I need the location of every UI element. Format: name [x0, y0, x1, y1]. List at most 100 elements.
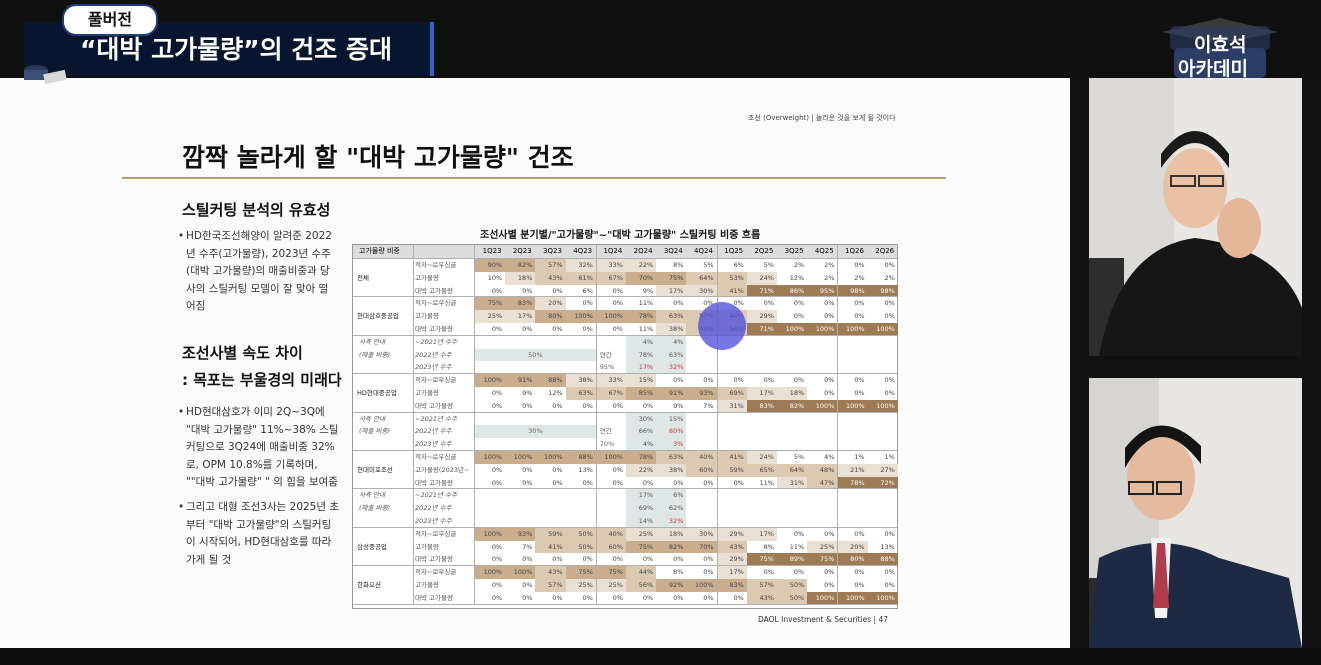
sales-cell: 62%	[656, 502, 687, 515]
sales-row-label: 2022년 수주	[415, 350, 452, 359]
table-cell: 0%	[612, 465, 623, 474]
col-divider	[595, 245, 597, 605]
quarter-header: 3Q23	[543, 247, 562, 255]
table-cell: 40%	[595, 527, 626, 541]
row-label: 적자~로우싱글	[415, 261, 457, 269]
table-cell: 63%	[656, 310, 687, 323]
table-cell: 17%	[746, 387, 777, 400]
table-cell: 41%	[716, 451, 747, 464]
sales-guide-sublabel: (매출 비중)	[359, 427, 391, 436]
slide-title: 깜짝 놀라게 할 "대박 고가물량" 건조	[182, 143, 574, 172]
table-cell: 2%	[793, 261, 805, 269]
table-cell: 0%	[884, 389, 895, 397]
sales-guide-label: 사측 안내	[359, 414, 385, 423]
table-cell: 0%	[793, 312, 805, 321]
sales-guide-sublabel: (매출 비중)	[359, 504, 391, 513]
table-cell: 0%	[703, 568, 714, 577]
table-cell: 70%	[686, 540, 717, 554]
table-cell: 5%	[763, 261, 774, 269]
sales-cell: 78%	[626, 348, 657, 362]
table-cell: 0%	[854, 581, 865, 589]
table-cell: 53%	[716, 271, 747, 285]
table-cell: 29%	[746, 310, 777, 323]
quarter-header: 1Q26	[845, 247, 864, 255]
table-cell: 75%	[565, 566, 596, 579]
table-cell: 2%	[854, 273, 865, 282]
table-cell: 0%	[884, 376, 895, 385]
steel-cutting-table: 고가물량 비중 1Q23 2Q23 3Q23 4Q23 1Q24 2Q24 3Q24 4Q24 1…	[352, 244, 898, 609]
table-cell: 91%	[505, 374, 536, 387]
company-name: 현대삼호중공업	[357, 312, 399, 321]
table-cell: 64%	[686, 271, 717, 285]
table-cell: 0%	[854, 312, 865, 321]
col-divider	[413, 245, 414, 605]
table-cell: 25%	[595, 579, 626, 592]
table-cell: 0%	[854, 389, 865, 397]
table-cell: 100%	[475, 566, 506, 579]
logo-line1: 이효석	[1194, 34, 1247, 56]
sales-cell: 6%	[656, 489, 687, 503]
table-cell: 11%	[638, 299, 654, 308]
table-cell: 15%	[626, 374, 657, 387]
table-cell: 12%	[789, 273, 805, 282]
table-cell: 24%	[746, 271, 777, 285]
table-cell: 18%	[777, 387, 808, 400]
table-cell: 18%	[505, 271, 536, 285]
table-cell: 2%	[824, 273, 835, 282]
section2-title-line2: : 목포는 부울경의 미래다	[182, 371, 342, 389]
table-cell: 0%	[703, 376, 714, 385]
table-cell: 0%	[884, 261, 895, 269]
table-cell: 0%	[793, 299, 805, 308]
table-corner-label: 고가물량 비중	[359, 247, 400, 255]
table-cell: 100%	[535, 451, 566, 464]
table-cell: 43%	[535, 271, 566, 285]
table-cell: 43%	[716, 540, 747, 554]
slide-footer: DAOL Investment & Securities | 47	[758, 615, 889, 624]
table-cell: 83%	[505, 297, 536, 311]
quarter-header: 2Q25	[754, 247, 774, 255]
table-cell: 63%	[565, 387, 596, 400]
table-cell: 0%	[824, 389, 835, 397]
table-cell: 67%	[595, 387, 626, 400]
table-cell: 75%	[595, 566, 626, 579]
table-cell: 25%	[807, 540, 838, 554]
table-cell: 25%	[475, 310, 506, 323]
table-cell: 85%	[626, 387, 657, 400]
table-cell: 100%	[505, 566, 536, 579]
table-cell: 12%	[548, 389, 563, 397]
table-cell: 8%	[673, 568, 684, 577]
quarter-header: 1Q24	[603, 247, 623, 255]
sales-cell: 4%	[656, 335, 687, 349]
table-cell: 83%	[716, 579, 747, 592]
col-divider	[837, 245, 839, 605]
table-cell: 17%	[505, 310, 536, 323]
table-cell: 59%	[716, 463, 747, 477]
table-cell: 10%	[487, 273, 503, 282]
presentation-slide: 조선 (Overweight) | 놀라운 것을 보게 될 것이다 깜짝 놀라게…	[0, 78, 1070, 648]
quarter-header: 1Q25	[724, 247, 744, 255]
table-cell: 0%	[854, 261, 865, 269]
table-cell: 0%	[854, 568, 865, 577]
table-cell: 0%	[522, 581, 533, 589]
table-cell: 0%	[763, 568, 774, 577]
table-cell: 0%	[763, 376, 774, 385]
company-name: 한화오션	[357, 581, 381, 589]
table-cell: 0%	[884, 568, 895, 577]
table-cell: 29%	[716, 527, 747, 541]
sales-cell: 30%	[626, 412, 657, 426]
table-cell: 82%	[505, 259, 536, 272]
table-cell: 100%	[686, 579, 717, 592]
table-cell: 33%	[595, 259, 626, 272]
quarter-header: 4Q25	[814, 247, 834, 255]
sales-row-label: ~2021년 수주	[415, 491, 457, 500]
table-cell: 0%	[884, 299, 895, 308]
table-cell: 0%	[884, 312, 895, 321]
table-cell: 22%	[626, 463, 657, 477]
table-cell: 13%	[578, 465, 593, 474]
table-cell: 0%	[824, 529, 835, 538]
table-cell: 1%	[854, 453, 865, 461]
section2-title-line1: 조선사별 속도 차이	[182, 344, 303, 362]
table-cell: 1%	[884, 453, 895, 461]
table-cell: 88%	[535, 374, 566, 387]
row-label: 적자~로우싱글	[415, 529, 457, 538]
